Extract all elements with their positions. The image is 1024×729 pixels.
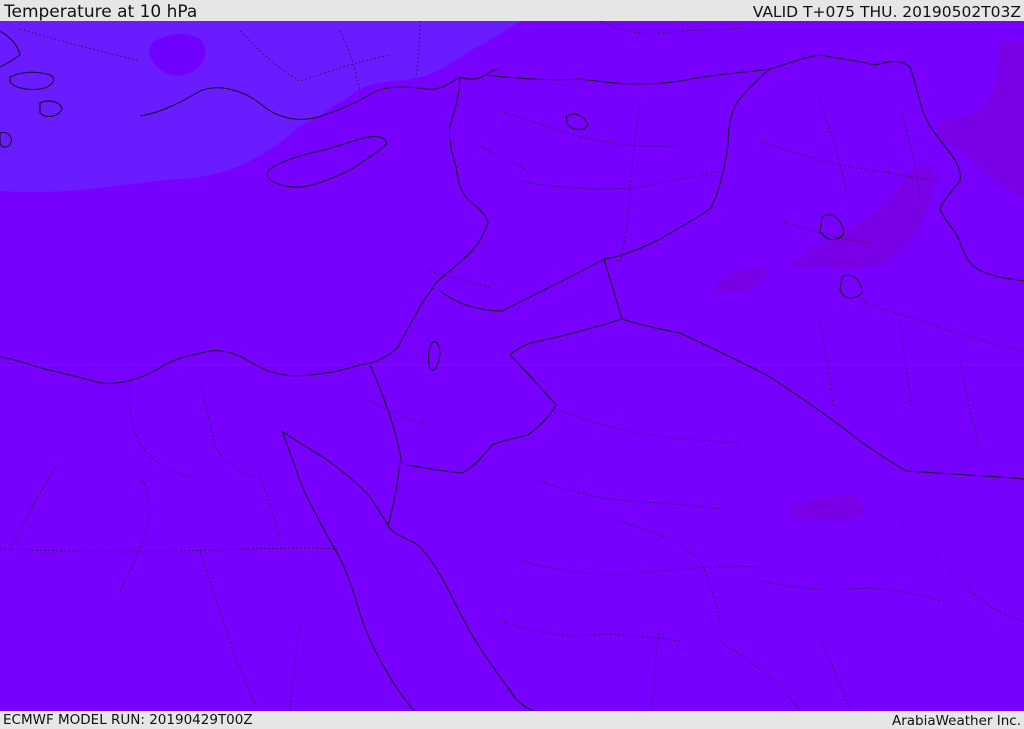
temperature-map bbox=[0, 21, 1024, 711]
map-title: Temperature at 10 hPa bbox=[4, 2, 198, 22]
valid-time-label: VALID T+075 THU. 20190502T03Z bbox=[752, 3, 1021, 21]
credit-label: ArabiaWeather Inc. bbox=[891, 713, 1021, 729]
header-bar: Temperature at 10 hPa VALID T+075 THU. 2… bbox=[0, 0, 1024, 22]
footer-bar: ECMWF MODEL RUN: 20190429T00Z ArabiaWeat… bbox=[0, 711, 1024, 729]
weather-map-frame: Temperature at 10 hPa VALID T+075 THU. 2… bbox=[0, 0, 1024, 729]
map-canvas bbox=[0, 21, 1024, 711]
model-run-label: ECMWF MODEL RUN: 20190429T00Z bbox=[3, 712, 253, 728]
